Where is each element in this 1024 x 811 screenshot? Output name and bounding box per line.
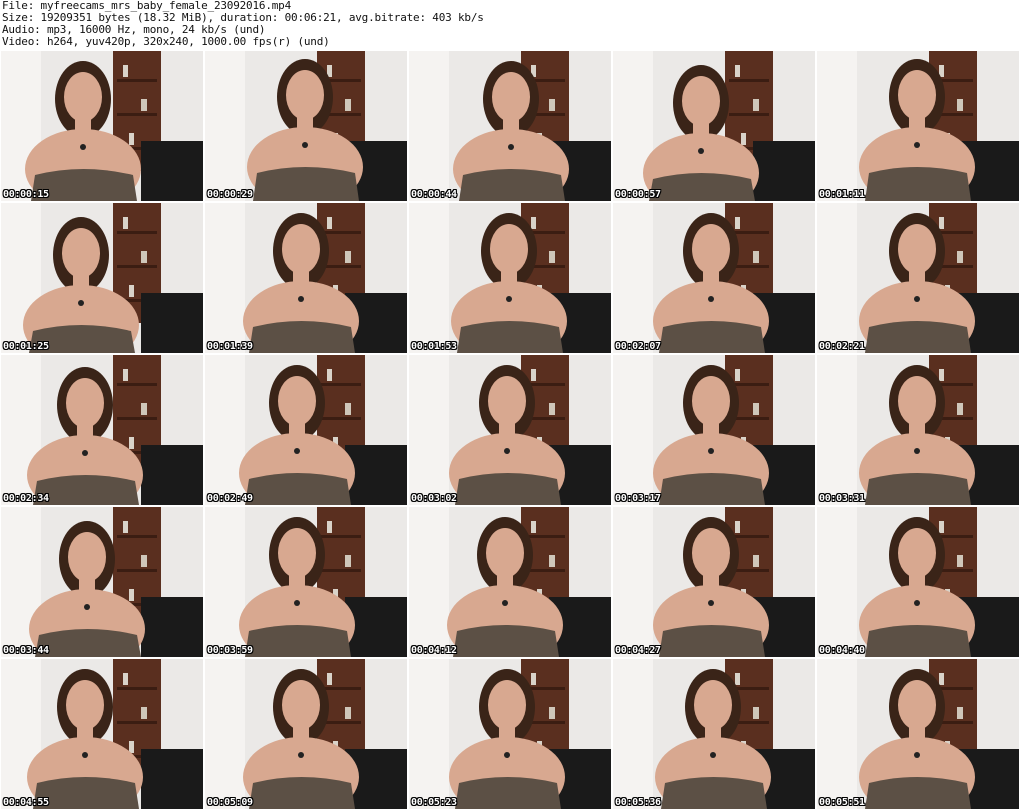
video-thumbnail: 00:01:39 (205, 203, 407, 353)
video-thumbnail: 00:00:44 (409, 51, 611, 201)
video-thumbnail: 00:00:29 (205, 51, 407, 201)
timestamp-label: 00:00:44 (411, 189, 457, 200)
timestamp-label: 00:01:53 (411, 341, 457, 352)
video-thumbnail: 00:03:02 (409, 355, 611, 505)
timestamp-label: 00:03:02 (411, 493, 457, 504)
video-frame-thumbnail (817, 507, 1019, 657)
video-frame-thumbnail (1, 659, 203, 809)
video-thumbnail: 00:02:07 (613, 203, 815, 353)
video-frame-thumbnail (205, 659, 407, 809)
video-info-line: Video: h264, yuv420p, 320x240, 1000.00 f… (2, 35, 330, 48)
video-frame-thumbnail (1, 51, 203, 201)
timestamp-label: 00:02:49 (207, 493, 253, 504)
video-frame-thumbnail (1, 203, 203, 353)
file-info-header: File: myfreecams_mrs_baby_female_2309201… (2, 0, 1022, 50)
video-frame-thumbnail (409, 203, 611, 353)
video-frame-thumbnail (817, 659, 1019, 809)
timestamp-label: 00:02:34 (3, 493, 49, 504)
video-frame-thumbnail (205, 203, 407, 353)
timestamp-label: 00:04:40 (819, 645, 865, 656)
video-thumbnail: 00:04:27 (613, 507, 815, 657)
video-frame-thumbnail (205, 355, 407, 505)
video-frame-thumbnail (205, 507, 407, 657)
video-thumbnail: 00:03:31 (817, 355, 1019, 505)
video-thumbnail: 00:01:11 (817, 51, 1019, 201)
timestamp-label: 00:03:31 (819, 493, 865, 504)
video-thumbnail: 00:01:53 (409, 203, 611, 353)
video-frame-thumbnail (1, 355, 203, 505)
video-frame-thumbnail (613, 355, 815, 505)
video-thumbnail: 00:01:25 (1, 203, 203, 353)
thumbnail-grid: 00:00:15 00:00:29 00:00:44 00:00:57 00:01:11… (1, 51, 1023, 811)
video-frame-thumbnail (613, 507, 815, 657)
timestamp-label: 00:01:25 (3, 341, 49, 352)
video-frame-thumbnail (409, 659, 611, 809)
timestamp-label: 00:01:39 (207, 341, 253, 352)
timestamp-label: 00:05:51 (819, 797, 865, 808)
video-thumbnail: 00:03:44 (1, 507, 203, 657)
timestamp-label: 00:05:23 (411, 797, 457, 808)
video-thumbnail: 00:04:12 (409, 507, 611, 657)
video-thumbnail: 00:05:09 (205, 659, 407, 809)
video-frame-thumbnail (613, 203, 815, 353)
video-thumbnail: 00:05:36 (613, 659, 815, 809)
timestamp-label: 00:04:55 (3, 797, 49, 808)
timestamp-label: 00:03:17 (615, 493, 661, 504)
video-thumbnail: 00:03:59 (205, 507, 407, 657)
video-frame-thumbnail (1, 507, 203, 657)
video-thumbnail: 00:00:15 (1, 51, 203, 201)
video-frame-thumbnail (817, 203, 1019, 353)
timestamp-label: 00:05:36 (615, 797, 661, 808)
video-thumbnail: 00:02:21 (817, 203, 1019, 353)
video-frame-thumbnail (817, 51, 1019, 201)
video-thumbnail: 00:02:49 (205, 355, 407, 505)
timestamp-label: 00:03:59 (207, 645, 253, 656)
video-thumbnail: 00:05:23 (409, 659, 611, 809)
video-thumbnail: 00:02:34 (1, 355, 203, 505)
video-frame-thumbnail (817, 355, 1019, 505)
video-frame-thumbnail (409, 507, 611, 657)
timestamp-label: 00:02:21 (819, 341, 865, 352)
video-thumbnail: 00:00:57 (613, 51, 815, 201)
video-frame-thumbnail (613, 51, 815, 201)
video-thumbnail: 00:03:17 (613, 355, 815, 505)
video-thumbnail: 00:04:40 (817, 507, 1019, 657)
timestamp-label: 00:02:07 (615, 341, 661, 352)
timestamp-label: 00:03:44 (3, 645, 49, 656)
video-thumbnail: 00:04:55 (1, 659, 203, 809)
timestamp-label: 00:04:27 (615, 645, 661, 656)
timestamp-label: 00:04:12 (411, 645, 457, 656)
timestamp-label: 00:00:29 (207, 189, 253, 200)
video-frame-thumbnail (409, 355, 611, 505)
video-frame-thumbnail (205, 51, 407, 201)
timestamp-label: 00:00:57 (615, 189, 661, 200)
timestamp-label: 00:05:09 (207, 797, 253, 808)
video-frame-thumbnail (409, 51, 611, 201)
timestamp-label: 00:01:11 (819, 189, 865, 200)
video-frame-thumbnail (613, 659, 815, 809)
timestamp-label: 00:00:15 (3, 189, 49, 200)
video-thumbnail: 00:05:51 (817, 659, 1019, 809)
